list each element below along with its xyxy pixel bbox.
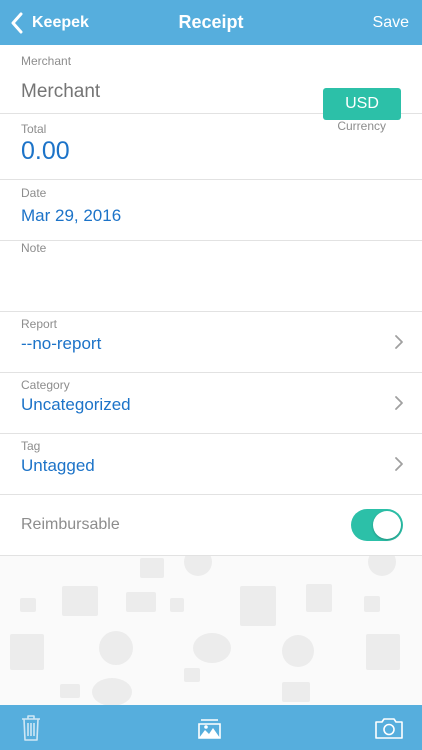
receipt-form: Merchant Total 0.00 Currency Date Mar 29…: [0, 45, 422, 556]
category-row[interactable]: Category Uncategorized: [0, 373, 422, 434]
back-button[interactable]: Keepek: [10, 0, 89, 45]
background-pattern: [0, 556, 422, 706]
category-label: Category: [21, 378, 70, 392]
category-value: Uncategorized: [21, 395, 131, 414]
back-button-label: Keepek: [32, 13, 89, 31]
note-row[interactable]: Note: [0, 241, 422, 312]
camera-button[interactable]: [374, 713, 404, 743]
total-row: Total 0.00 Currency: [0, 114, 422, 180]
chevron-right-icon: [395, 396, 403, 410]
reimbursable-row: Reimbursable: [0, 495, 422, 556]
currency-button[interactable]: USD: [323, 88, 401, 120]
delete-button[interactable]: [18, 713, 44, 743]
date-label: Date: [21, 186, 47, 200]
date-row[interactable]: Date Mar 29, 2016: [0, 180, 422, 241]
total-label: Total: [21, 122, 47, 136]
report-label: Report: [21, 317, 58, 331]
bottom-toolbar: [0, 705, 422, 750]
report-value: --no-report: [21, 334, 102, 353]
total-amount[interactable]: 0.00: [21, 137, 70, 166]
reimbursable-toggle[interactable]: [351, 509, 403, 541]
merchant-label: Merchant: [21, 54, 72, 68]
navigation-bar: Keepek Receipt Save: [0, 0, 422, 45]
trash-icon: [22, 715, 40, 741]
chevron-right-icon: [395, 335, 403, 349]
note-label: Note: [21, 241, 47, 255]
tag-value: Untagged: [21, 456, 95, 475]
date-value: Mar 29, 2016: [21, 206, 122, 225]
reimbursable-label: Reimbursable: [21, 516, 120, 533]
pattern-icons: [10, 556, 400, 706]
save-button[interactable]: Save: [373, 0, 409, 45]
tag-row[interactable]: Tag Untagged: [0, 434, 422, 495]
toggle-knob: [373, 511, 401, 539]
camera-icon: [375, 718, 403, 739]
currency-label: Currency: [337, 119, 386, 133]
chevron-right-icon: [395, 457, 403, 471]
photo-library-button[interactable]: [197, 713, 225, 743]
photo-library-icon: [198, 719, 221, 739]
report-row[interactable]: Report --no-report: [0, 312, 422, 373]
tag-label: Tag: [21, 439, 41, 453]
chevron-left-icon: [11, 12, 23, 33]
